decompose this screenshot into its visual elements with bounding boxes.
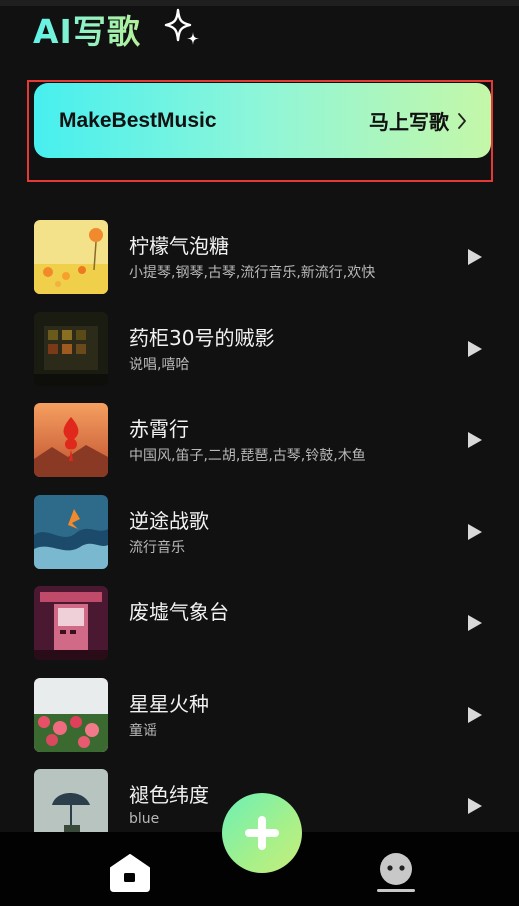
play-icon[interactable] (464, 430, 484, 450)
song-cover (34, 586, 108, 660)
song-title: 褪色纬度 (129, 783, 209, 807)
song-tags: 小提琴,钢琴,古琴,流行音乐,新流行,欢快 (129, 265, 376, 281)
song-item[interactable]: 药柜30号的贼影 说唱,嘻哈 (0, 302, 519, 388)
song-title: 逆途战歌 (129, 509, 209, 533)
play-icon[interactable] (464, 796, 484, 816)
play-icon[interactable] (464, 613, 484, 633)
play-icon[interactable] (464, 522, 484, 542)
sparkle-icon (164, 8, 199, 45)
play-icon[interactable] (464, 705, 484, 725)
song-cover (34, 220, 108, 294)
song-cover (34, 495, 108, 569)
chevron-right-icon (458, 112, 466, 129)
robot-face-icon[interactable] (376, 852, 416, 894)
song-item[interactable]: 废墟气象台 (0, 576, 519, 662)
song-title: 废墟气象台 (129, 600, 229, 624)
app-title: AI写歌 (33, 5, 141, 53)
song-tags: 中国风,笛子,二胡,琵琶,古琴,铃鼓,木鱼 (129, 448, 366, 464)
song-title: 星星火种 (129, 692, 209, 716)
song-item[interactable]: 星星火种 童谣 (0, 668, 519, 754)
song-title: 柠檬气泡糖 (129, 234, 229, 258)
song-cover (34, 678, 108, 752)
song-title: 药柜30号的贼影 (129, 326, 275, 350)
write-now-button[interactable]: 马上写歌 (369, 106, 467, 135)
song-item[interactable]: 赤霄行 中国风,笛子,二胡,琵琶,古琴,铃鼓,木鱼 (0, 393, 519, 479)
play-icon[interactable] (464, 247, 484, 267)
song-tags: 童谣 (129, 723, 157, 739)
song-cover (34, 403, 108, 477)
home-icon[interactable] (109, 852, 151, 892)
plus-icon (245, 816, 279, 850)
song-tags: blue (129, 811, 160, 827)
banner-brand: MakeBestMusic (59, 108, 217, 132)
song-cover (34, 312, 108, 386)
song-tags: 流行音乐 (129, 540, 185, 556)
add-song-button[interactable] (222, 793, 302, 873)
song-item[interactable]: 柠檬气泡糖 小提琴,钢琴,古琴,流行音乐,新流行,欢快 (0, 210, 519, 296)
play-icon[interactable] (464, 339, 484, 359)
app-header: AI写歌 (33, 4, 141, 54)
write-song-banner[interactable]: MakeBestMusic 马上写歌 (34, 83, 491, 158)
song-item[interactable]: 逆途战歌 流行音乐 (0, 485, 519, 571)
write-now-label: 马上写歌 (369, 110, 449, 134)
song-title: 赤霄行 (129, 417, 189, 441)
song-tags: 说唱,嘻哈 (129, 357, 190, 373)
